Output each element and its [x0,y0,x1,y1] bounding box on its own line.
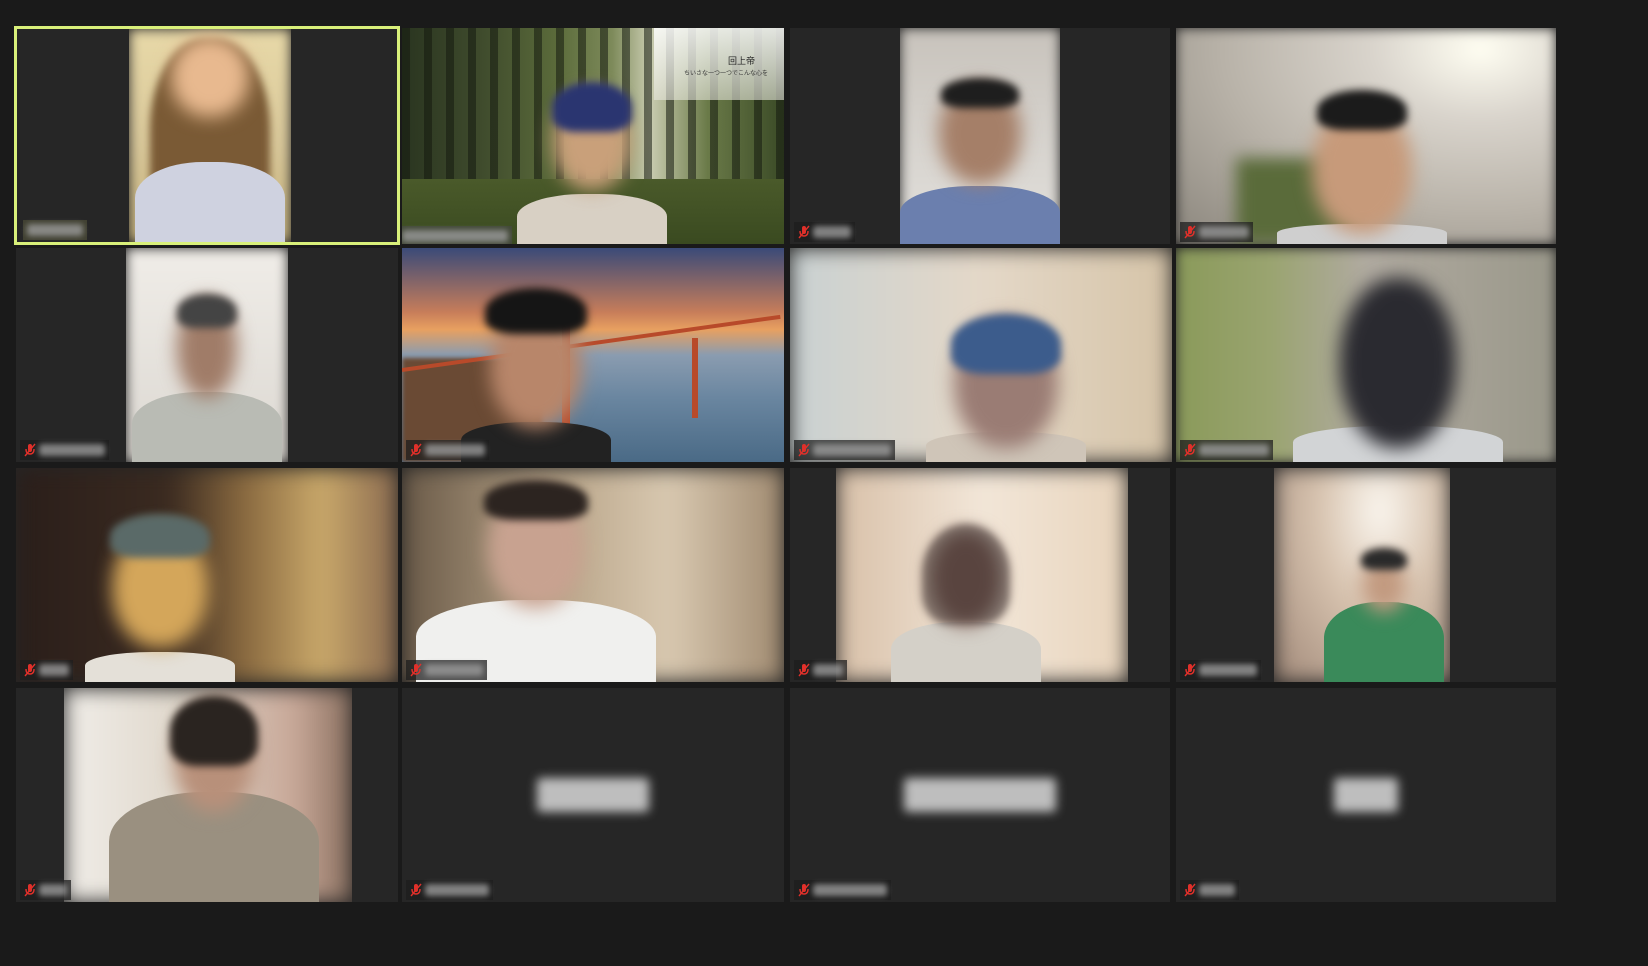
mic-muted-icon [1184,883,1196,897]
mic-muted-icon [24,663,36,677]
participant-tile[interactable] [16,248,398,462]
participant-name [39,664,69,676]
mic-muted-icon [1184,443,1196,457]
participant-name-tag [794,222,855,242]
mic-muted-icon [24,443,36,457]
participant-name [39,444,105,456]
participant-video [129,29,291,242]
mic-muted-icon [798,883,810,897]
mic-muted-icon [410,883,422,897]
mic-muted-icon [798,225,810,239]
participant-name-tag [402,226,512,244]
participant-name-tag [794,660,847,680]
participant-tile[interactable] [790,248,1172,462]
participant-name-tag [1180,880,1239,900]
participant-video [1176,248,1556,462]
participant-name [813,884,887,896]
participant-name-tag [406,440,489,460]
participant-name-tag [794,440,895,460]
participant-video [16,468,398,682]
participant-name-tag [794,880,891,900]
participant-tile[interactable] [16,688,398,902]
participant-tile[interactable] [1176,248,1556,462]
participant-video: 回上帝 ちいさな一つ一つでこんな心を [402,28,784,244]
participant-video [1176,28,1556,244]
participant-name-tag [406,660,487,680]
participant-name [27,224,83,236]
participant-tile[interactable] [14,26,400,245]
participant-tile[interactable]: 回上帝 ちいさな一つ一つでこんな心を [402,28,784,244]
mic-muted-icon [1184,663,1196,677]
participant-display-name [904,778,1056,812]
participant-tile[interactable] [16,468,398,682]
participant-video [64,688,352,902]
mic-muted-icon [24,883,36,897]
participant-tile[interactable] [790,28,1170,244]
participant-video [402,248,784,462]
participant-tile[interactable] [1176,28,1556,244]
mic-muted-icon [410,663,422,677]
participant-name [425,884,489,896]
participant-name [813,444,891,456]
gallery-view: 回上帝 ちいさな一つ一つでこんな心を [0,0,1648,966]
participant-name-tag [20,660,73,680]
participant-video [836,468,1128,682]
participant-name [39,884,67,896]
participant-display-name [1334,778,1398,812]
participant-video [790,248,1172,462]
participant-name [1199,226,1249,238]
participant-tile[interactable] [402,248,784,462]
mic-muted-icon [798,443,810,457]
participant-tile[interactable] [402,688,784,902]
participant-tile[interactable] [790,688,1170,902]
participant-name-tag [1180,222,1253,242]
participant-name-tag [23,220,87,240]
participant-name [1199,884,1235,896]
participant-name [402,230,508,242]
participant-video [1274,468,1450,682]
participant-tile[interactable] [402,468,784,682]
participant-name-tag [1180,440,1273,460]
mic-muted-icon [798,663,810,677]
participant-tile[interactable] [1176,688,1556,902]
participant-name [813,664,843,676]
mic-muted-icon [410,443,422,457]
background-subcaption: ちいさな一つ一つでこんな心を [684,71,769,77]
participant-video [900,28,1060,244]
participant-name-tag [20,440,109,460]
participant-name [425,444,485,456]
participant-name-tag [20,880,71,900]
participant-name-tag [1180,660,1261,680]
participant-name-tag [406,880,493,900]
mic-muted-icon [1184,225,1196,239]
participant-name [1199,664,1257,676]
participant-video [126,248,288,462]
participant-name [1199,444,1269,456]
participant-tile[interactable] [790,468,1170,682]
participant-display-name [537,778,649,812]
participant-name [813,226,851,238]
participant-tile[interactable] [1176,468,1556,682]
background-caption: 回上帝 [728,56,756,66]
participant-name [425,664,483,676]
participant-video [402,468,784,682]
